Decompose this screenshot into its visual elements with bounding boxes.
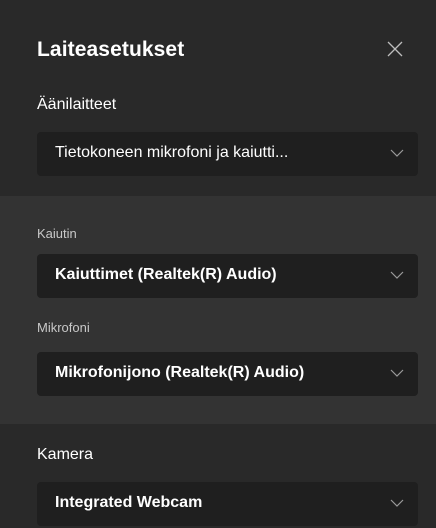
- close-icon: [387, 41, 403, 57]
- chevron-down-icon: [390, 271, 404, 279]
- audio-devices-value: Tietokoneen mikrofoni ja kaiutti...: [55, 144, 289, 161]
- audio-devices-dropdown[interactable]: Tietokoneen mikrofoni ja kaiutti...: [37, 132, 418, 176]
- device-section: Kaiutin Kaiuttimet (Realtek(R) Audio) Mi…: [0, 196, 436, 424]
- camera-value: Integrated Webcam: [55, 494, 203, 511]
- panel-title: Laiteasetukset: [37, 38, 185, 61]
- audio-devices-label: Äänilaitteet: [37, 96, 117, 113]
- speaker-dropdown[interactable]: Kaiuttimet (Realtek(R) Audio): [37, 254, 418, 298]
- speaker-value: Kaiuttimet (Realtek(R) Audio): [55, 266, 277, 283]
- device-settings-panel: Laiteasetukset Äänilaitteet Tietokoneen …: [0, 0, 436, 528]
- camera-dropdown[interactable]: Integrated Webcam: [37, 482, 418, 526]
- chevron-down-icon: [390, 499, 404, 507]
- chevron-down-icon: [390, 149, 404, 157]
- chevron-down-icon: [390, 369, 404, 377]
- microphone-label: Mikrofoni: [37, 320, 90, 335]
- camera-label: Kamera: [37, 446, 94, 463]
- close-button[interactable]: [384, 38, 406, 60]
- header-area: Laiteasetukset Äänilaitteet Tietokoneen …: [0, 0, 436, 196]
- microphone-value: Mikrofonijono (Realtek(R) Audio): [55, 364, 305, 381]
- microphone-dropdown[interactable]: Mikrofonijono (Realtek(R) Audio): [37, 352, 418, 396]
- camera-section: Kamera Integrated Webcam: [0, 424, 436, 528]
- speaker-label: Kaiutin: [37, 226, 77, 241]
